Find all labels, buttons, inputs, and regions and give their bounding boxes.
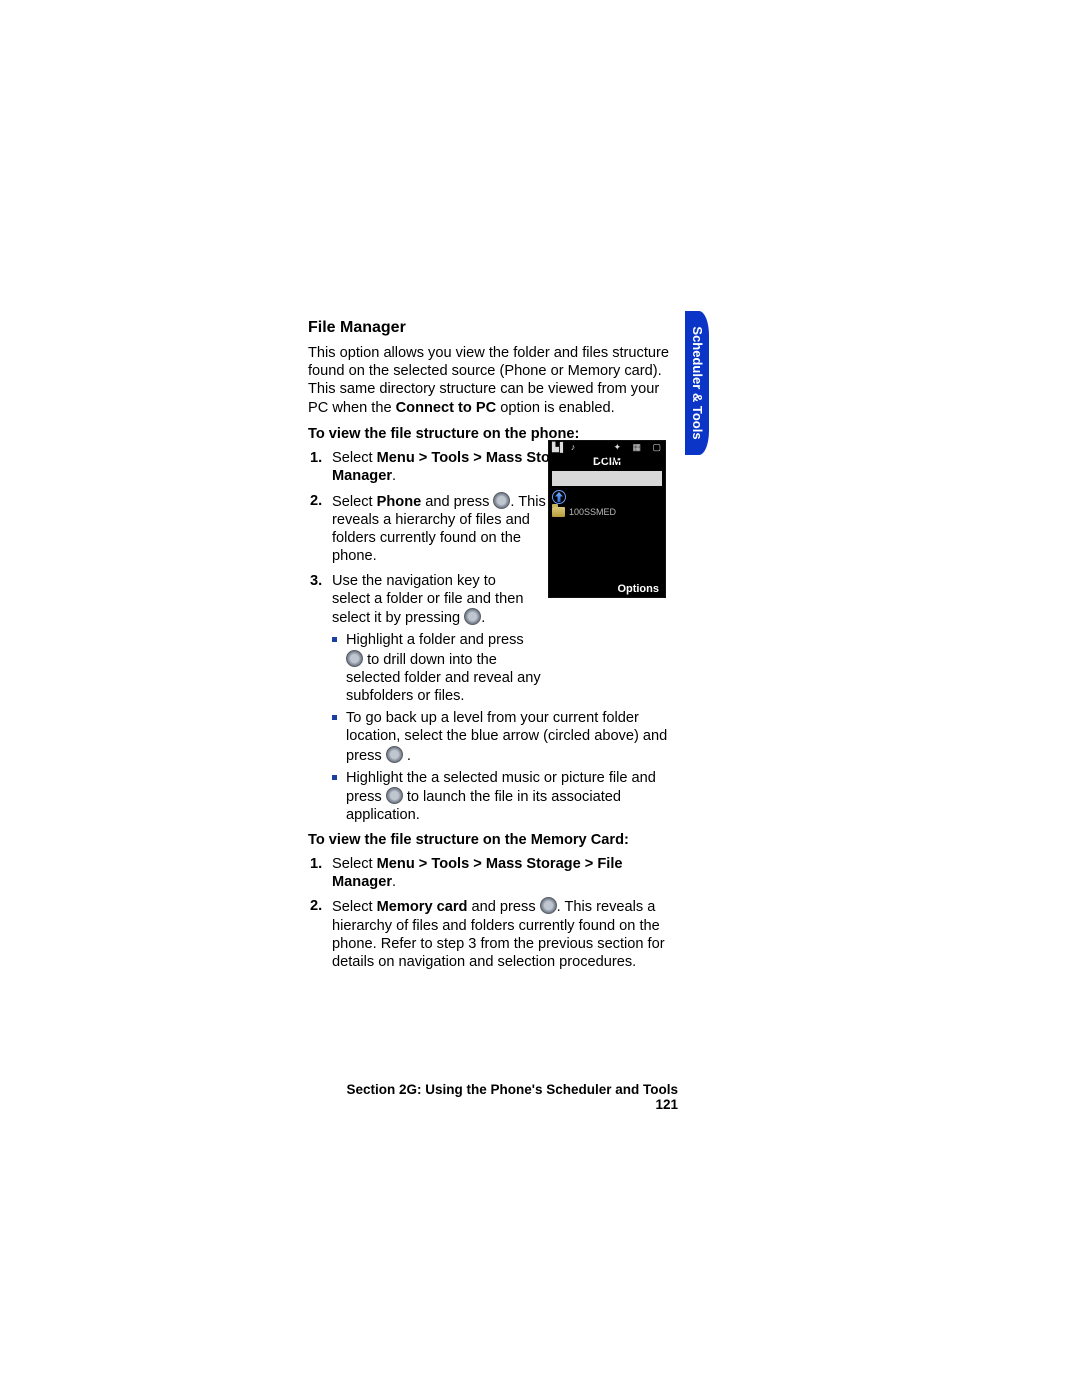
card-step-2: 2. Select Memory card and press . This r… bbox=[308, 897, 678, 971]
bullet-launch: Highlight the a selected music or pictur… bbox=[332, 769, 676, 825]
section-tab-label: Scheduler & Tools bbox=[685, 311, 709, 455]
nav-key-icon bbox=[493, 492, 510, 509]
steps-card-list: 1. Select Menu > Tools > Mass Storage > … bbox=[308, 855, 678, 971]
page-footer: Section 2G: Using the Phone's Scheduler … bbox=[308, 1082, 678, 1112]
step-2: 2. Select Phone and press . This reveals… bbox=[308, 492, 552, 566]
nav-key-icon bbox=[386, 746, 403, 763]
step-1: 1. Select Menu > Tools > Mass Storage > … bbox=[308, 449, 678, 485]
subheading-view-card: To view the file structure on the Memory… bbox=[308, 831, 678, 849]
step-3-bullets: Highlight a folder and press to drill do… bbox=[332, 631, 678, 824]
step-3: 3. Use the navigation key to select a fo… bbox=[308, 572, 678, 825]
subheading-view-phone: To view the file structure on the phone: bbox=[308, 425, 678, 443]
page-title: File Manager bbox=[308, 318, 678, 338]
card-step-1: 1. Select Menu > Tools > Mass Storage > … bbox=[308, 855, 678, 891]
nav-key-icon bbox=[346, 650, 363, 667]
steps-phone-list: 1. Select Menu > Tools > Mass Storage > … bbox=[308, 449, 678, 824]
page-content: File Manager This option allows you view… bbox=[308, 318, 678, 977]
nav-key-icon bbox=[386, 787, 403, 804]
nav-key-icon bbox=[464, 608, 481, 625]
bullet-drilldown: Highlight a folder and press to drill do… bbox=[332, 631, 542, 705]
intro-paragraph: This option allows you view the folder a… bbox=[308, 344, 678, 417]
nav-key-icon bbox=[540, 897, 557, 914]
page-number: 121 bbox=[655, 1097, 678, 1112]
bullet-goback: To go back up a level from your current … bbox=[332, 709, 676, 765]
section-tab: Scheduler & Tools bbox=[685, 311, 709, 455]
footer-section-label: Section 2G: Using the Phone's Scheduler … bbox=[346, 1082, 678, 1097]
